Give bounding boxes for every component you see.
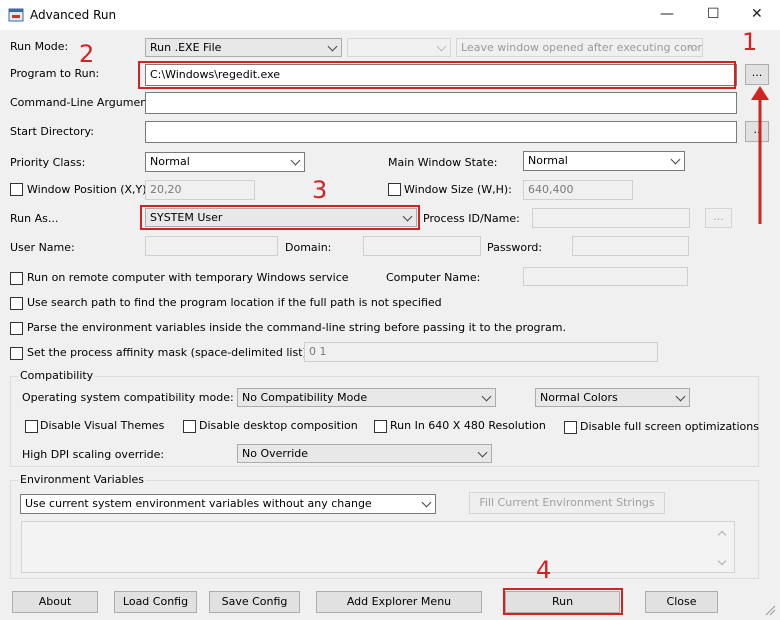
close-window-button[interactable]: ✕ [751,6,763,22]
main-window-state-value: Normal [528,154,568,167]
search-path-checkbox[interactable] [10,297,23,310]
environment-scrollbar[interactable] [716,526,730,570]
window-position-label: Window Position (X,Y): [27,183,151,196]
environment-title: Environment Variables [18,473,147,487]
chevron-down-icon [436,41,447,52]
remote-computer-checkbox[interactable] [10,272,23,285]
dpi-override-select[interactable]: No Override [237,444,492,463]
domain-input [363,236,481,256]
compatibility-title: Compatibility [18,369,96,383]
affinity-checkbox[interactable] [10,347,23,360]
window-position-checkbox[interactable] [10,183,23,196]
colors-select[interactable]: Normal Colors [535,388,690,407]
chevron-down-icon [670,154,681,165]
disable-desktop-composition-checkbox[interactable] [183,420,196,433]
annotation-box-run [503,588,623,615]
run-mode-label: Run Mode: [10,40,69,53]
program-to-run-label: Program to Run: [10,67,100,80]
scroll-up-icon [717,530,727,540]
chevron-down-icon [481,391,492,402]
command-line-input[interactable] [145,92,737,114]
scroll-down-icon [717,556,727,566]
computer-name-input [523,267,688,286]
domain-label: Domain: [285,241,332,254]
after-execution-value: Leave window opened after executing comm… [461,41,703,54]
main-window-state-label: Main Window State: [388,156,498,169]
annotation-number-3: 3 [312,176,328,204]
annotation-number-1: 1 [742,28,758,56]
os-compat-value: No Compatibility Mode [242,391,368,404]
run-640x480-label: Run In 640 X 480 Resolution [390,419,546,432]
annotation-number-2: 2 [79,40,95,68]
process-id-input [532,208,690,228]
command-line-label: Command-Line Arguments: [10,96,161,109]
chevron-down-icon [327,41,338,52]
program-browse-button[interactable]: ... [745,64,769,85]
environment-select[interactable]: Use current system environment variables… [20,494,436,514]
window-size-checkbox[interactable] [388,183,401,196]
start-directory-label: Start Directory: [10,125,94,138]
save-config-button[interactable]: Save Config [209,591,300,613]
user-name-label: User Name: [10,241,75,254]
environment-text-area [21,521,735,573]
annotation-box-program [138,61,736,89]
fill-environment-button: Fill Current Environment Strings [469,492,665,514]
app-icon [8,8,24,22]
parse-env-checkbox[interactable] [10,322,23,335]
size-grip-icon[interactable] [764,604,776,616]
window-size-label: Window Size (W,H): [404,183,512,196]
annotation-arrow-up [751,86,769,224]
minimize-button[interactable]: — [660,6,674,22]
title-bar: Advanced Run — ☐ ✕ [0,0,780,30]
window-size-input: 640,400 [523,180,633,200]
os-compat-select[interactable]: No Compatibility Mode [237,388,496,407]
load-config-button[interactable]: Load Config [114,591,197,613]
priority-class-value: Normal [150,155,190,168]
disable-fullscreen-optimizations-checkbox[interactable] [564,421,577,434]
dpi-override-value: No Override [242,447,309,460]
disable-desktop-composition-label: Disable desktop composition [199,419,358,432]
window-position-input: 20,20 [145,180,255,200]
maximize-button[interactable]: ☐ [707,6,720,22]
disable-visual-themes-label: Disable Visual Themes [40,419,165,432]
annotation-box-run-as [140,205,420,230]
after-execution-select: Leave window opened after executing comm… [456,38,703,57]
user-name-input [145,236,278,256]
os-compat-label: Operating system compatibility mode: [22,391,234,404]
annotation-number-4: 4 [536,556,552,584]
chevron-down-icon [421,497,432,508]
chevron-down-icon [477,447,488,458]
search-path-label: Use search path to find the program loca… [27,296,442,309]
dpi-override-label: High DPI scaling override: [22,448,165,461]
process-id-label: Process ID/Name: [423,212,520,225]
run-mode-select[interactable]: Run .EXE File [145,38,342,57]
computer-name-label: Computer Name: [386,271,481,284]
affinity-label: Set the process affinity mask (space-del… [27,346,311,359]
add-explorer-menu-button[interactable]: Add Explorer Menu [316,591,482,613]
advanced-run-window: Advanced Run — ☐ ✕ Run Mode: Run .EXE Fi… [0,0,780,620]
affinity-input: 0 1 [304,342,658,362]
run-mode-value: Run .EXE File [150,41,222,54]
process-id-browse-button: ... [705,208,732,228]
chevron-down-icon [675,391,686,402]
main-window-state-select[interactable]: Normal [523,151,685,171]
password-input [572,236,689,256]
window-title: Advanced Run [30,8,117,22]
close-button[interactable]: Close [645,591,718,613]
priority-class-label: Priority Class: [10,156,86,169]
priority-class-select[interactable]: Normal [145,152,305,172]
run-mode-sub-select [347,38,451,57]
disable-visual-themes-checkbox[interactable] [25,420,38,433]
about-button[interactable]: About [12,591,98,613]
password-label: Password: [487,241,543,254]
run-640x480-checkbox[interactable] [374,420,387,433]
remote-computer-label: Run on remote computer with temporary Wi… [27,271,349,284]
start-directory-input[interactable] [145,121,737,143]
disable-fullscreen-optimizations-label: Disable full screen optimizations [580,420,759,433]
run-as-label: Run As... [10,212,59,225]
chevron-down-icon [290,155,301,166]
parse-env-label: Parse the environment variables inside t… [27,321,566,334]
environment-value: Use current system environment variables… [25,497,372,510]
colors-value: Normal Colors [540,391,618,404]
